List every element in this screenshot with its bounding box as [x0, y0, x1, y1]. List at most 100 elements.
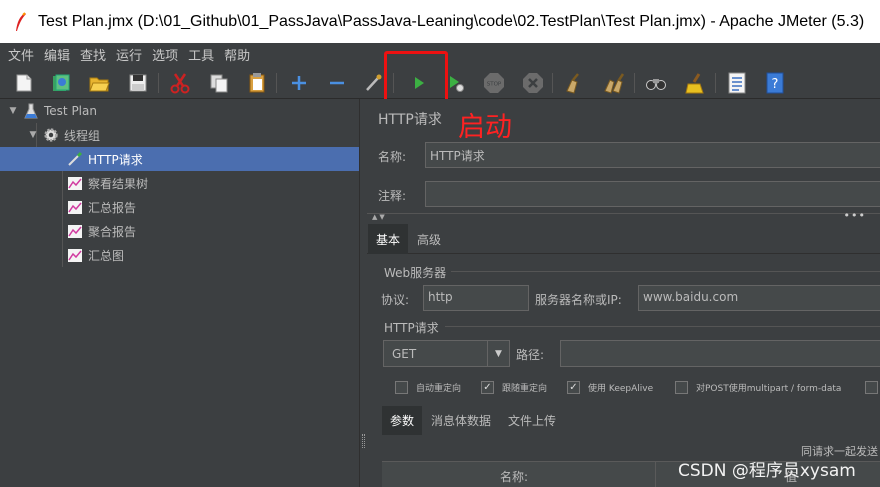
svg-text:STOP: STOP: [487, 82, 502, 88]
open-icon[interactable]: [87, 71, 111, 95]
checkbox-box[interactable]: [865, 381, 878, 394]
column-name-header: 名称:: [500, 470, 529, 484]
collapse-icon[interactable]: [325, 71, 349, 95]
tab-basic[interactable]: 基本: [368, 224, 409, 254]
tree-item-summary-graph[interactable]: 汇总图: [0, 243, 359, 267]
menu-file[interactable]: 文件: [8, 45, 34, 64]
path-field[interactable]: [560, 340, 880, 367]
toolbar-separator: [158, 73, 159, 93]
window-title: Test Plan.jmx (D:\01_Github\01_PassJava\…: [38, 12, 865, 30]
stop-icon[interactable]: STOP: [482, 71, 506, 95]
subtab-parameters[interactable]: 参数: [382, 406, 423, 435]
tree-item-label: 汇总图: [88, 248, 125, 263]
templates-icon[interactable]: [49, 71, 73, 95]
toggle-icon[interactable]: [361, 71, 385, 95]
group-border-line: [451, 271, 880, 272]
keepalive-checkbox[interactable]: ✓ 使用 KeepAlive: [567, 381, 653, 394]
menu-help[interactable]: 帮助: [224, 45, 250, 64]
expand-icon[interactable]: [287, 71, 311, 95]
cut-icon[interactable]: [168, 71, 192, 95]
column-separator[interactable]: [655, 462, 656, 487]
checkbox-label: 自动重定向: [416, 384, 462, 394]
method-value: GET: [392, 347, 417, 361]
group-border-line: [445, 326, 880, 327]
tab-advanced[interactable]: 高级: [409, 224, 449, 254]
paste-icon[interactable]: [245, 71, 269, 95]
clear-all-icon[interactable]: [602, 71, 626, 95]
http-request-panel: HTTP请求 名称: HTTP请求 注释: ▲▼ ••• 基本 高级 Web服务…: [367, 99, 880, 487]
help-icon[interactable]: ?: [763, 71, 787, 95]
toolbar-separator: [552, 73, 553, 93]
tree-item-http-request[interactable]: HTTP请求: [0, 147, 359, 171]
checkmark-icon[interactable]: ✓: [481, 381, 494, 394]
new-icon[interactable]: [12, 71, 36, 95]
tree-item-view-results-tree[interactable]: 察看结果树: [0, 171, 359, 195]
tree-item-thread-group[interactable]: ▼ 线程组: [0, 123, 359, 147]
subtab-body-data[interactable]: 消息体数据: [423, 406, 499, 435]
splitter-grip-icon[interactable]: [362, 434, 365, 448]
panel-title: HTTP请求: [378, 112, 442, 128]
more-dots-icon[interactable]: •••: [844, 209, 866, 222]
csdn-watermark: CSDN @程序员xysam: [678, 461, 856, 481]
subtab-file-upload[interactable]: 文件上传: [500, 406, 564, 435]
search-icon[interactable]: [644, 71, 668, 95]
checkbox-box[interactable]: [395, 381, 408, 394]
tree-item-label: 聚合报告: [88, 224, 137, 239]
tab-bar: 基本 高级: [367, 224, 880, 254]
menu-tools[interactable]: 工具: [188, 45, 214, 64]
reset-search-icon[interactable]: [683, 71, 707, 95]
checkbox-label: 使用 KeepAlive: [588, 384, 654, 394]
tree-item-label: HTTP请求: [88, 152, 143, 167]
protocol-label: 协议:: [381, 293, 410, 307]
follow-redirects-checkbox[interactable]: ✓ 跟随重定向: [481, 381, 547, 394]
toolbar-separator: [634, 73, 635, 93]
multipart-checkbox[interactable]: 对POST使用multipart / form-data: [675, 381, 841, 394]
checkbox-label: 对POST使用multipart / form-data: [696, 384, 842, 394]
comment-field[interactable]: [425, 181, 880, 207]
menu-search[interactable]: 查找: [80, 45, 106, 64]
collapse-triangle-icon[interactable]: ▲▼: [372, 213, 387, 221]
menu-run[interactable]: 运行: [116, 45, 142, 64]
collapse-arrow-icon[interactable]: ▼: [8, 106, 18, 116]
shutdown-icon[interactable]: [521, 71, 545, 95]
name-label: 名称:: [378, 150, 407, 164]
clear-icon[interactable]: [562, 71, 586, 95]
auto-redirect-checkbox[interactable]: 自动重定向: [395, 381, 461, 394]
flask-icon: [23, 103, 39, 119]
chart-icon: [67, 223, 83, 239]
jmeter-feather-icon: [16, 11, 26, 31]
checkbox-box[interactable]: [675, 381, 688, 394]
browser-compatible-checkbox[interactable]: [865, 381, 880, 394]
tree-item-label: 察看结果树: [88, 176, 149, 191]
collapsible-divider[interactable]: ▲▼ •••: [367, 209, 880, 223]
checkmark-icon[interactable]: ✓: [567, 381, 580, 394]
tree-item-test-plan[interactable]: ▼ Test Plan: [0, 99, 359, 123]
chevron-down-icon[interactable]: ▼: [487, 341, 509, 366]
chart-icon: [67, 247, 83, 263]
tree-item-aggregate-report[interactable]: 聚合报告: [0, 219, 359, 243]
tree-item-label: 汇总报告: [88, 200, 137, 215]
panel-splitter[interactable]: [359, 99, 367, 487]
collapse-arrow-icon[interactable]: ▼: [28, 130, 38, 140]
function-helper-icon[interactable]: [725, 71, 749, 95]
path-label: 路径:: [516, 348, 545, 362]
tree-item-label: 线程组: [64, 128, 101, 143]
web-server-group-label: Web服务器: [384, 266, 447, 280]
tree-item-label: Test Plan: [44, 104, 97, 118]
server-name-label: 服务器名称或IP:: [535, 293, 622, 307]
method-select[interactable]: GET ▼: [383, 340, 510, 367]
pipette-icon: [67, 151, 83, 167]
menu-options[interactable]: 选项: [152, 45, 178, 64]
checkbox-label: 跟随重定向: [502, 384, 548, 394]
window-title-bar: Test Plan.jmx (D:\01_Github\01_PassJava\…: [0, 0, 880, 43]
chart-icon: [67, 199, 83, 215]
tree-item-summary-report[interactable]: 汇总报告: [0, 195, 359, 219]
toolbar-separator: [715, 73, 716, 93]
save-icon[interactable]: [126, 71, 150, 95]
server-name-field[interactable]: www.baidu.com: [638, 285, 880, 311]
name-field[interactable]: HTTP请求: [425, 142, 880, 168]
test-plan-tree: ▼ Test Plan ▼ 线程组 HTTP请求 察看结果树 汇总报告 聚合报告…: [0, 99, 359, 487]
menu-edit[interactable]: 编辑: [44, 45, 70, 64]
protocol-field[interactable]: http: [423, 285, 529, 311]
copy-icon[interactable]: [207, 71, 231, 95]
